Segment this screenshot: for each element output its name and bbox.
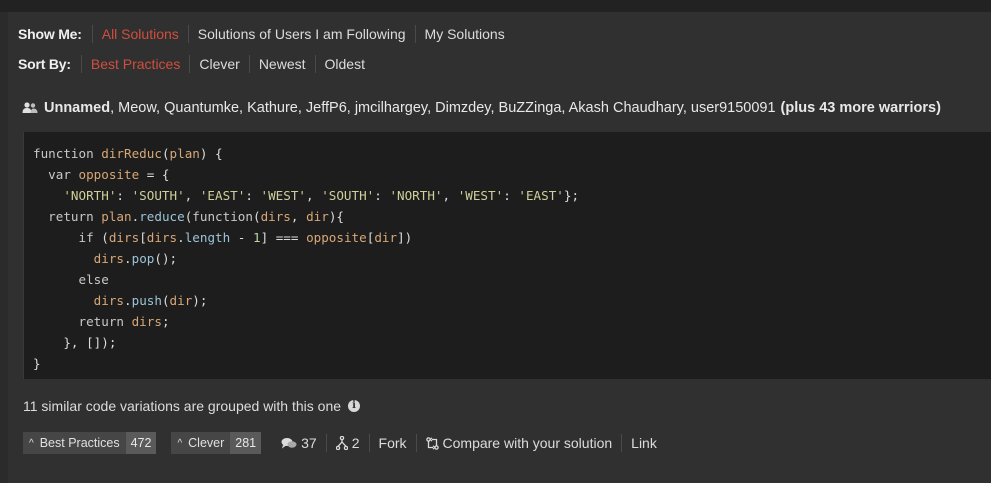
code-line: else	[78, 272, 109, 287]
code-line: return plan.reduce(function(dirs, dir){	[48, 209, 344, 224]
sort-oldest[interactable]: Oldest	[314, 55, 374, 73]
variations-note: 11 similar code variations are grouped w…	[23, 398, 361, 414]
filter-all-solutions[interactable]: All Solutions	[91, 25, 188, 43]
best-practices-vote-button[interactable]: ^ Best Practices 472	[23, 432, 157, 454]
variations-text: 11 similar code variations are grouped w…	[23, 398, 342, 414]
code-line: if (dirs[dirs.length - 1] === opposite[d…	[78, 230, 413, 245]
link-label: Link	[631, 435, 657, 451]
compare-link[interactable]: Compare with your solution	[415, 434, 622, 452]
author-first[interactable]: Unnamed	[44, 100, 110, 116]
more-warriors: (plus 43 more warriors)	[780, 100, 941, 116]
show-me-label: Show Me:	[18, 26, 82, 42]
fork-label: Fork	[378, 435, 407, 451]
solution-actions: ^ Best Practices 472 ^ Clever 281 37 2 F…	[23, 432, 666, 454]
permalink[interactable]: Link	[621, 434, 666, 452]
compare-icon	[425, 436, 439, 450]
comments-icon	[281, 437, 297, 448]
forks-button[interactable]: 2	[325, 434, 369, 452]
clever-vote-label: Clever	[188, 436, 225, 450]
caret-up-icon: ^	[177, 437, 183, 449]
sort-clever[interactable]: Clever	[189, 55, 248, 73]
comments-button[interactable]: 37	[276, 434, 326, 452]
filter-following-solutions[interactable]: Solutions of Users I am Following	[187, 25, 415, 43]
solution-authors: Unnamed , Meow, Quantumke, Kathure, Jeff…	[22, 100, 941, 116]
forks-count: 2	[351, 435, 360, 451]
filter-my-solutions[interactable]: My Solutions	[414, 25, 514, 43]
sort-best-practices[interactable]: Best Practices	[80, 55, 189, 73]
compare-label: Compare with your solution	[442, 435, 613, 451]
code-line: }	[33, 356, 41, 371]
caret-up-icon: ^	[29, 437, 34, 449]
author-list[interactable]: , Meow, Quantumke, Kathure, JeffP6, jmci…	[110, 100, 775, 116]
clever-vote-count: 281	[230, 432, 262, 454]
code-line: }, []);	[33, 335, 117, 350]
code-line: function dirReduc(plan) {	[33, 146, 223, 161]
best-practices-vote-count: 472	[125, 432, 157, 454]
top-bar	[0, 0, 991, 12]
best-practices-vote-label: Best Practices	[39, 436, 120, 450]
code-line: 'NORTH': 'SOUTH', 'EAST': 'WEST', 'SOUTH…	[63, 188, 580, 203]
code-line: dirs.push(dir);	[93, 293, 208, 308]
clever-vote-button[interactable]: ^ Clever 281	[171, 432, 262, 454]
info-icon[interactable]: i	[348, 400, 361, 412]
code-line: dirs.pop();	[93, 251, 178, 266]
code-line: var opposite = {	[48, 167, 170, 182]
comments-count: 37	[301, 435, 317, 451]
sort-by-filter: Sort By: Best Practices Clever Newest Ol…	[18, 54, 374, 74]
code-line: return dirs;	[78, 314, 170, 329]
sort-newest[interactable]: Newest	[248, 55, 315, 73]
solutions-panel: Show Me: All Solutions Solutions of User…	[8, 12, 991, 483]
solution-code: function dirReduc(plan) { var opposite =…	[24, 132, 991, 374]
show-me-filter: Show Me: All Solutions Solutions of User…	[18, 24, 514, 44]
sort-by-label: Sort By:	[18, 56, 71, 72]
users-icon	[22, 102, 38, 113]
fork-icon	[335, 436, 348, 450]
fork-link[interactable]: Fork	[368, 434, 416, 452]
code-block: function dirReduc(plan) { var opposite =…	[23, 132, 991, 379]
